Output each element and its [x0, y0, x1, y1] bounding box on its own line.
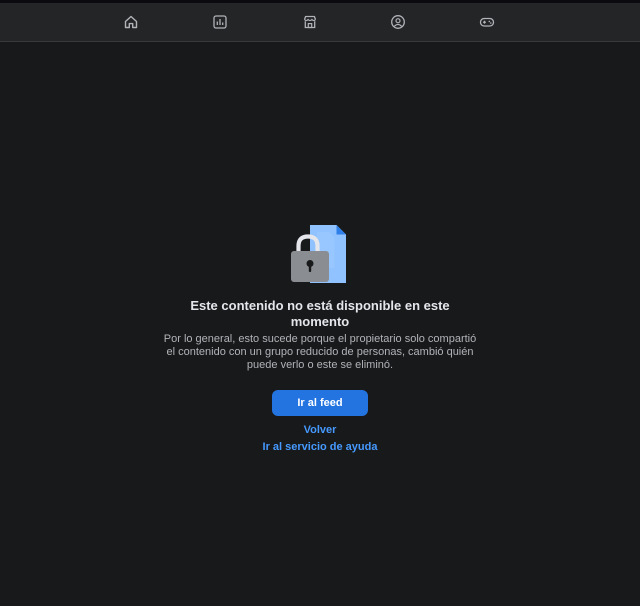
- gaming-icon: [479, 17, 495, 27]
- nav-home[interactable]: [114, 9, 148, 35]
- marketplace-icon: [303, 15, 317, 29]
- unavailable-content-message: Este contenido no está disponible en est…: [0, 222, 640, 453]
- error-title: Este contenido no está disponible en est…: [190, 298, 450, 329]
- help-center-link[interactable]: Ir al servicio de ayuda: [263, 441, 378, 453]
- nav-stats[interactable]: [203, 9, 237, 35]
- page: Este contenido no está disponible en est…: [0, 0, 640, 606]
- lock-document-icon: [288, 222, 352, 286]
- error-description: Por lo general, esto sucede porque el pr…: [163, 333, 477, 371]
- nav-marketplace[interactable]: [293, 9, 327, 35]
- chart-icon: [213, 15, 227, 29]
- back-link[interactable]: Volver: [304, 424, 337, 436]
- nav-groups[interactable]: [381, 9, 415, 35]
- top-navbar: [0, 3, 640, 42]
- home-icon: [124, 15, 138, 29]
- groups-icon: [391, 15, 405, 29]
- nav-gaming[interactable]: [470, 9, 504, 35]
- go-to-feed-button[interactable]: Ir al feed: [272, 390, 368, 416]
